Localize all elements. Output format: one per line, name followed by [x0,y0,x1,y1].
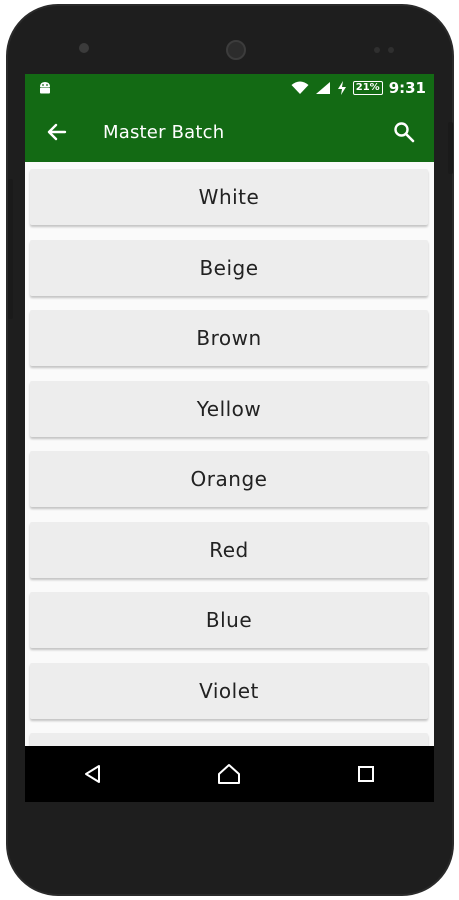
list-item-label: White [198,185,260,209]
nav-recents-button[interactable] [346,754,386,794]
list-item-label: Blue [205,608,253,632]
signal-icon [315,82,330,94]
phone-side-button-left [8,179,13,319]
list-item-blue[interactable]: Blue [30,592,428,648]
list-item-brown[interactable]: Brown [30,310,428,366]
arrow-back-icon [47,123,67,141]
list-item-red[interactable]: Red [30,522,428,578]
back-button[interactable] [41,116,73,148]
status-bar: 21% 9:31 [25,74,434,102]
android-icon [40,82,50,94]
list-item-label: Red [209,538,249,562]
list-item-label: Violet [199,679,259,703]
battery-icon: 21% [352,81,383,95]
list-item-violet[interactable]: Violet [30,663,428,719]
search-icon [394,122,415,143]
list-item-label: Brown [196,326,262,350]
status-icons: 21% 9:31 [291,74,426,102]
recents-icon [357,766,374,782]
phone-side-button-right [448,122,453,174]
app-bar: Master Batch [25,102,434,162]
navigation-bar [25,746,434,802]
page-title: Master Batch [103,121,225,143]
nav-back-button[interactable] [73,754,113,794]
list-item-label: Orange [190,467,268,491]
front-camera [226,40,246,60]
search-button[interactable] [388,116,420,148]
list-item-yellow[interactable]: Yellow [30,381,428,437]
wifi-icon [291,81,309,94]
list-item-orange[interactable]: Orange [30,451,428,507]
home-icon [218,764,241,784]
back-triangle-icon [85,765,101,783]
proximity-sensor [374,47,380,53]
color-list: White Beige Brown Yellow Orange Red Blue… [25,162,434,789]
list-item-beige[interactable]: Beige [30,240,428,296]
list-item-label: Beige [199,256,259,280]
list-item-white[interactable]: White [30,169,428,225]
status-time: 9:31 [388,79,426,97]
nav-home-button[interactable] [209,754,249,794]
light-sensor [388,47,394,53]
charging-icon [337,81,346,95]
screen: 21% 9:31 Master Batch White Beige Brown … [25,74,434,802]
list-item-label: Yellow [196,397,262,421]
front-sensor-dot [79,43,89,53]
